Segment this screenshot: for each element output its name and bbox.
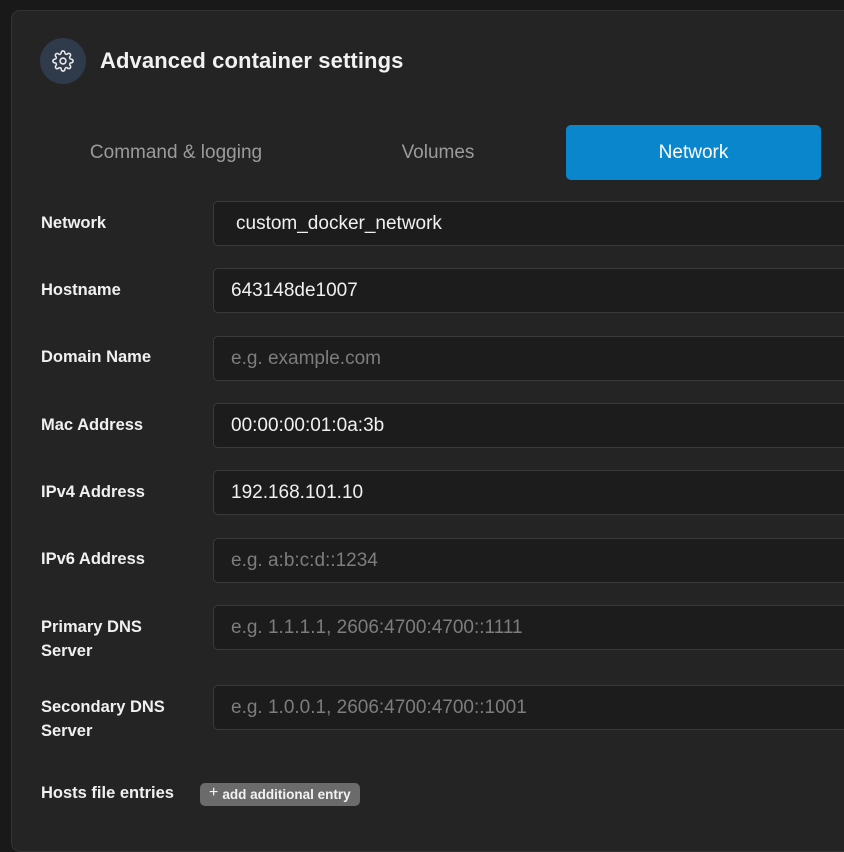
hostname-label: Hostname <box>41 281 121 299</box>
primary-dns-label-line2: Server <box>41 642 93 660</box>
tab-volumes[interactable]: Volumes <box>318 125 558 180</box>
tab-network[interactable]: Network <box>566 125 821 180</box>
gear-icon <box>40 38 86 84</box>
hosts-file-label: Hosts file entries <box>41 784 174 802</box>
network-select-value: custom_docker_network <box>236 212 442 234</box>
secondary-dns-label: Secondary DNS Server <box>41 695 165 743</box>
hostname-input[interactable] <box>213 268 844 313</box>
tab-bar: Command & logging Volumes Network <box>0 125 844 180</box>
secondary-dns-label-line1: Secondary DNS <box>41 698 165 716</box>
network-select[interactable]: custom_docker_network <box>213 201 844 246</box>
panel-header: Advanced container settings <box>40 38 403 84</box>
primary-dns-label-line1: Primary DNS <box>41 618 142 636</box>
network-label: Network <box>41 214 107 232</box>
add-entry-label: add additional entry <box>222 787 351 802</box>
plus-icon: + <box>209 783 219 801</box>
page-title: Advanced container settings <box>100 48 404 73</box>
domain-name-label: Domain Name <box>41 348 152 366</box>
secondary-dns-input[interactable] <box>213 685 844 730</box>
primary-dns-label: Primary DNS Server <box>41 615 142 663</box>
ipv4-address-label: IPv4 Address <box>41 483 145 501</box>
ipv6-address-input[interactable] <box>213 538 844 583</box>
add-entry-button[interactable]: + add additional entry <box>200 783 360 806</box>
tab-command-logging[interactable]: Command & logging <box>56 125 296 180</box>
domain-name-input[interactable] <box>213 336 844 381</box>
mac-address-label: Mac Address <box>41 416 144 434</box>
ipv4-address-input[interactable] <box>213 470 844 515</box>
secondary-dns-label-line2: Server <box>41 722 93 740</box>
ipv6-address-label: IPv6 Address <box>41 550 145 568</box>
primary-dns-input[interactable] <box>213 605 844 650</box>
mac-address-input[interactable] <box>213 403 844 448</box>
